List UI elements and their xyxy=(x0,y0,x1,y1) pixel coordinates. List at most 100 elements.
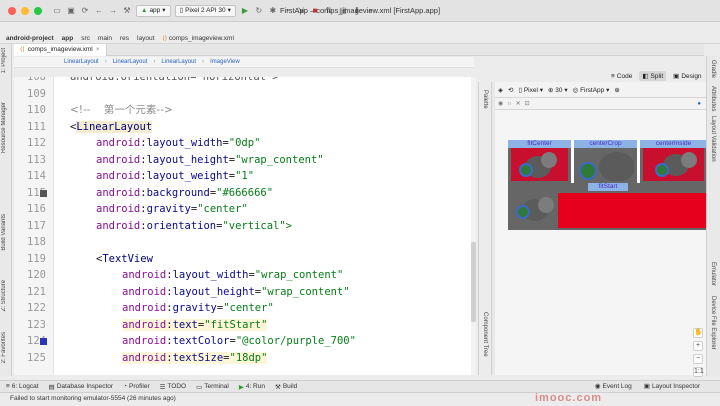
code-line[interactable]: 120 android:layout_width="wrap_content" xyxy=(14,267,476,284)
tool-layout-inspector[interactable]: ▣ Layout Inspector xyxy=(644,382,700,391)
code-editor[interactable]: 108 android:orientation="horizontal"> 109 1… xyxy=(14,77,476,375)
imageview-centerinside[interactable]: centerInside xyxy=(640,140,707,183)
hammer-icon[interactable]: ⚒ xyxy=(122,6,132,16)
structure-crumb[interactable]: LinearLayout xyxy=(113,59,148,65)
view-mode-design[interactable]: ▣ Design xyxy=(670,71,704,81)
code-line[interactable]: 110 <!-- 第一个元素--> xyxy=(14,102,476,119)
device-dropdown[interactable]: ▯ Pixel ▾ xyxy=(518,86,543,94)
minimize-window-button[interactable] xyxy=(21,6,29,15)
structure-crumb[interactable]: ImageView xyxy=(210,59,240,65)
magnet-icon[interactable]: ∩ xyxy=(507,101,511,107)
forward-icon[interactable]: → xyxy=(108,6,118,16)
code-line[interactable]: 112 android:layout_width="0dp" xyxy=(14,135,476,152)
tool-emulator[interactable]: Emulator xyxy=(710,262,716,286)
structure-crumb[interactable]: LinearLayout xyxy=(64,59,99,65)
tool-profiler[interactable]: ◔ Profiler xyxy=(123,383,150,390)
margin-icon[interactable]: ⊡ xyxy=(525,100,530,107)
tool-run[interactable]: ▶ 4: Run xyxy=(239,383,265,391)
search-icon[interactable]: ⌕ xyxy=(366,6,376,16)
sync-gradle-icon[interactable]: ⇅ xyxy=(324,6,334,16)
tool-terminal[interactable]: ▭ Terminal xyxy=(196,383,229,391)
breadcrumb-item[interactable]: app xyxy=(62,35,74,42)
code-line[interactable]: 122 android:gravity="center" xyxy=(14,300,476,317)
save-icon[interactable]: ▣ xyxy=(66,6,76,16)
tool-todo[interactable]: ☰ TODO xyxy=(160,383,187,391)
sync-icon[interactable]: ⟳ xyxy=(80,6,90,16)
apply-changes-icon[interactable]: ↻ xyxy=(254,6,264,16)
tool-attributes[interactable]: Attributes xyxy=(710,86,716,111)
tool-gradle[interactable]: Gradle xyxy=(710,60,716,78)
attach-icon[interactable]: ⇲ xyxy=(296,6,306,16)
tool-build[interactable]: ⚒ Build xyxy=(275,383,297,391)
close-window-button[interactable] xyxy=(8,6,16,15)
breadcrumb-item[interactable]: android-project xyxy=(6,35,54,42)
code-line[interactable]: 116 android:gravity="center" xyxy=(14,201,476,218)
imageview-fitcenter[interactable]: fitCenter xyxy=(508,140,571,183)
tab-comps-imageview[interactable]: ⟨⟩ comps_imageview.xml × xyxy=(14,43,107,56)
code-line[interactable]: 111 <LinearLayout xyxy=(14,119,476,136)
tool-database-inspector[interactable]: ▤ Database Inspector xyxy=(49,383,114,391)
tool-device-file-explorer[interactable]: Device File Explorer xyxy=(710,296,716,350)
code-line[interactable]: 115 android:background="#666666" xyxy=(14,185,476,202)
profile-icon[interactable]: ◔ xyxy=(282,6,292,16)
tool-favorites[interactable]: 2: Favorites xyxy=(1,332,7,363)
palette-tab[interactable]: Palette xyxy=(482,90,488,109)
breadcrumb-item[interactable]: layout xyxy=(137,35,154,42)
structure-crumb[interactable]: LinearLayout xyxy=(161,59,196,65)
sdk-manager-icon[interactable]: ⬇ xyxy=(352,6,362,16)
code-line[interactable]: 109 xyxy=(14,86,476,103)
debug-icon[interactable]: ✱ xyxy=(268,6,278,16)
code-line[interactable]: 125 android:textSize="18dp" xyxy=(14,350,476,367)
tool-layout-validation[interactable]: Layout Validation xyxy=(710,116,716,162)
imageview-centercrop[interactable]: centerCrop xyxy=(574,140,637,183)
zoom-reset-button[interactable]: 1:1 xyxy=(693,367,704,377)
zoom-in-button[interactable]: + xyxy=(693,341,703,351)
info-icon[interactable]: ● xyxy=(697,101,701,107)
eye-icon[interactable]: ◉ xyxy=(498,100,503,107)
tool-resource-manager[interactable]: Resource Manager xyxy=(1,102,7,153)
avd-manager-icon[interactable]: ▤ xyxy=(338,6,348,16)
back-icon[interactable]: ← xyxy=(94,6,104,16)
view-mode-code[interactable]: ≡ Code xyxy=(608,72,635,81)
color-swatch-icon[interactable] xyxy=(40,189,47,197)
code-line[interactable]: 117 android:orientation="vertical"> xyxy=(14,218,476,235)
tool-build-variants[interactable]: Build Variants xyxy=(1,214,7,251)
breadcrumb-item[interactable]: res xyxy=(120,35,129,42)
pan-icon[interactable]: ✋ xyxy=(693,328,703,338)
color-resource-icon[interactable] xyxy=(40,338,47,345)
code-line[interactable]: 114 android:layout_weight="1" xyxy=(14,168,476,185)
clear-constraints-icon[interactable]: ✕ xyxy=(516,100,521,107)
breadcrumb-item[interactable]: main xyxy=(98,35,112,42)
tool-project[interactable]: 1: Project xyxy=(1,48,7,73)
run-icon[interactable]: ▶ xyxy=(240,6,250,16)
code-line[interactable]: 119 <TextView xyxy=(14,251,476,268)
open-folder-icon[interactable]: ▭ xyxy=(52,6,62,16)
tool-logcat[interactable]: ≡ 6: Logcat xyxy=(6,383,39,390)
editor-vertical-scrollbar[interactable] xyxy=(471,77,476,375)
stop-icon[interactable]: ■ xyxy=(310,6,320,16)
view-mode-split[interactable]: ◧ Split xyxy=(639,71,667,81)
component-tree-tab[interactable]: Component Tree xyxy=(482,312,488,357)
tool-event-log[interactable]: ◉ Event Log xyxy=(595,382,632,391)
code-line[interactable]: 108 android:orientation="horizontal"> xyxy=(14,77,476,86)
code-line[interactable]: 118 xyxy=(14,234,476,251)
breadcrumb-item[interactable]: ⟨⟩ comps_imageview.xml xyxy=(162,35,234,42)
locale-icon[interactable]: ⊕ xyxy=(614,86,619,94)
orientation-icon[interactable]: ⟲ xyxy=(508,86,513,94)
theme-dropdown[interactable]: ◎ FirstApp ▾ xyxy=(573,86,610,94)
code-line[interactable]: 121 android:layout_height="wrap_content" xyxy=(14,284,476,301)
code-line[interactable]: 124 android:textColor="@color/purple_700" xyxy=(14,333,476,350)
close-tab-icon[interactable]: × xyxy=(96,46,100,53)
zoom-window-button[interactable] xyxy=(34,6,42,15)
code-line[interactable]: 123 android:text="fitStart" xyxy=(14,317,476,334)
zoom-out-button[interactable]: − xyxy=(693,354,703,364)
breadcrumb-item[interactable]: src xyxy=(81,35,90,42)
code-line[interactable]: 113 android:layout_height="wrap_content" xyxy=(14,152,476,169)
api-dropdown[interactable]: ⊕ 30 ▾ xyxy=(548,86,568,94)
tool-structure[interactable]: Z: Structure xyxy=(1,280,7,311)
run-config-select[interactable]: ▲ app ▾ xyxy=(136,4,171,17)
design-canvas[interactable]: fitCenter centerCrop centerInside fitSta… xyxy=(495,110,707,390)
imageview-fitstart[interactable]: fitStart xyxy=(508,183,707,230)
device-select[interactable]: ▯ Pixel 2 API 30 ▾ xyxy=(174,4,236,17)
scrollbar-thumb[interactable] xyxy=(471,242,476,322)
